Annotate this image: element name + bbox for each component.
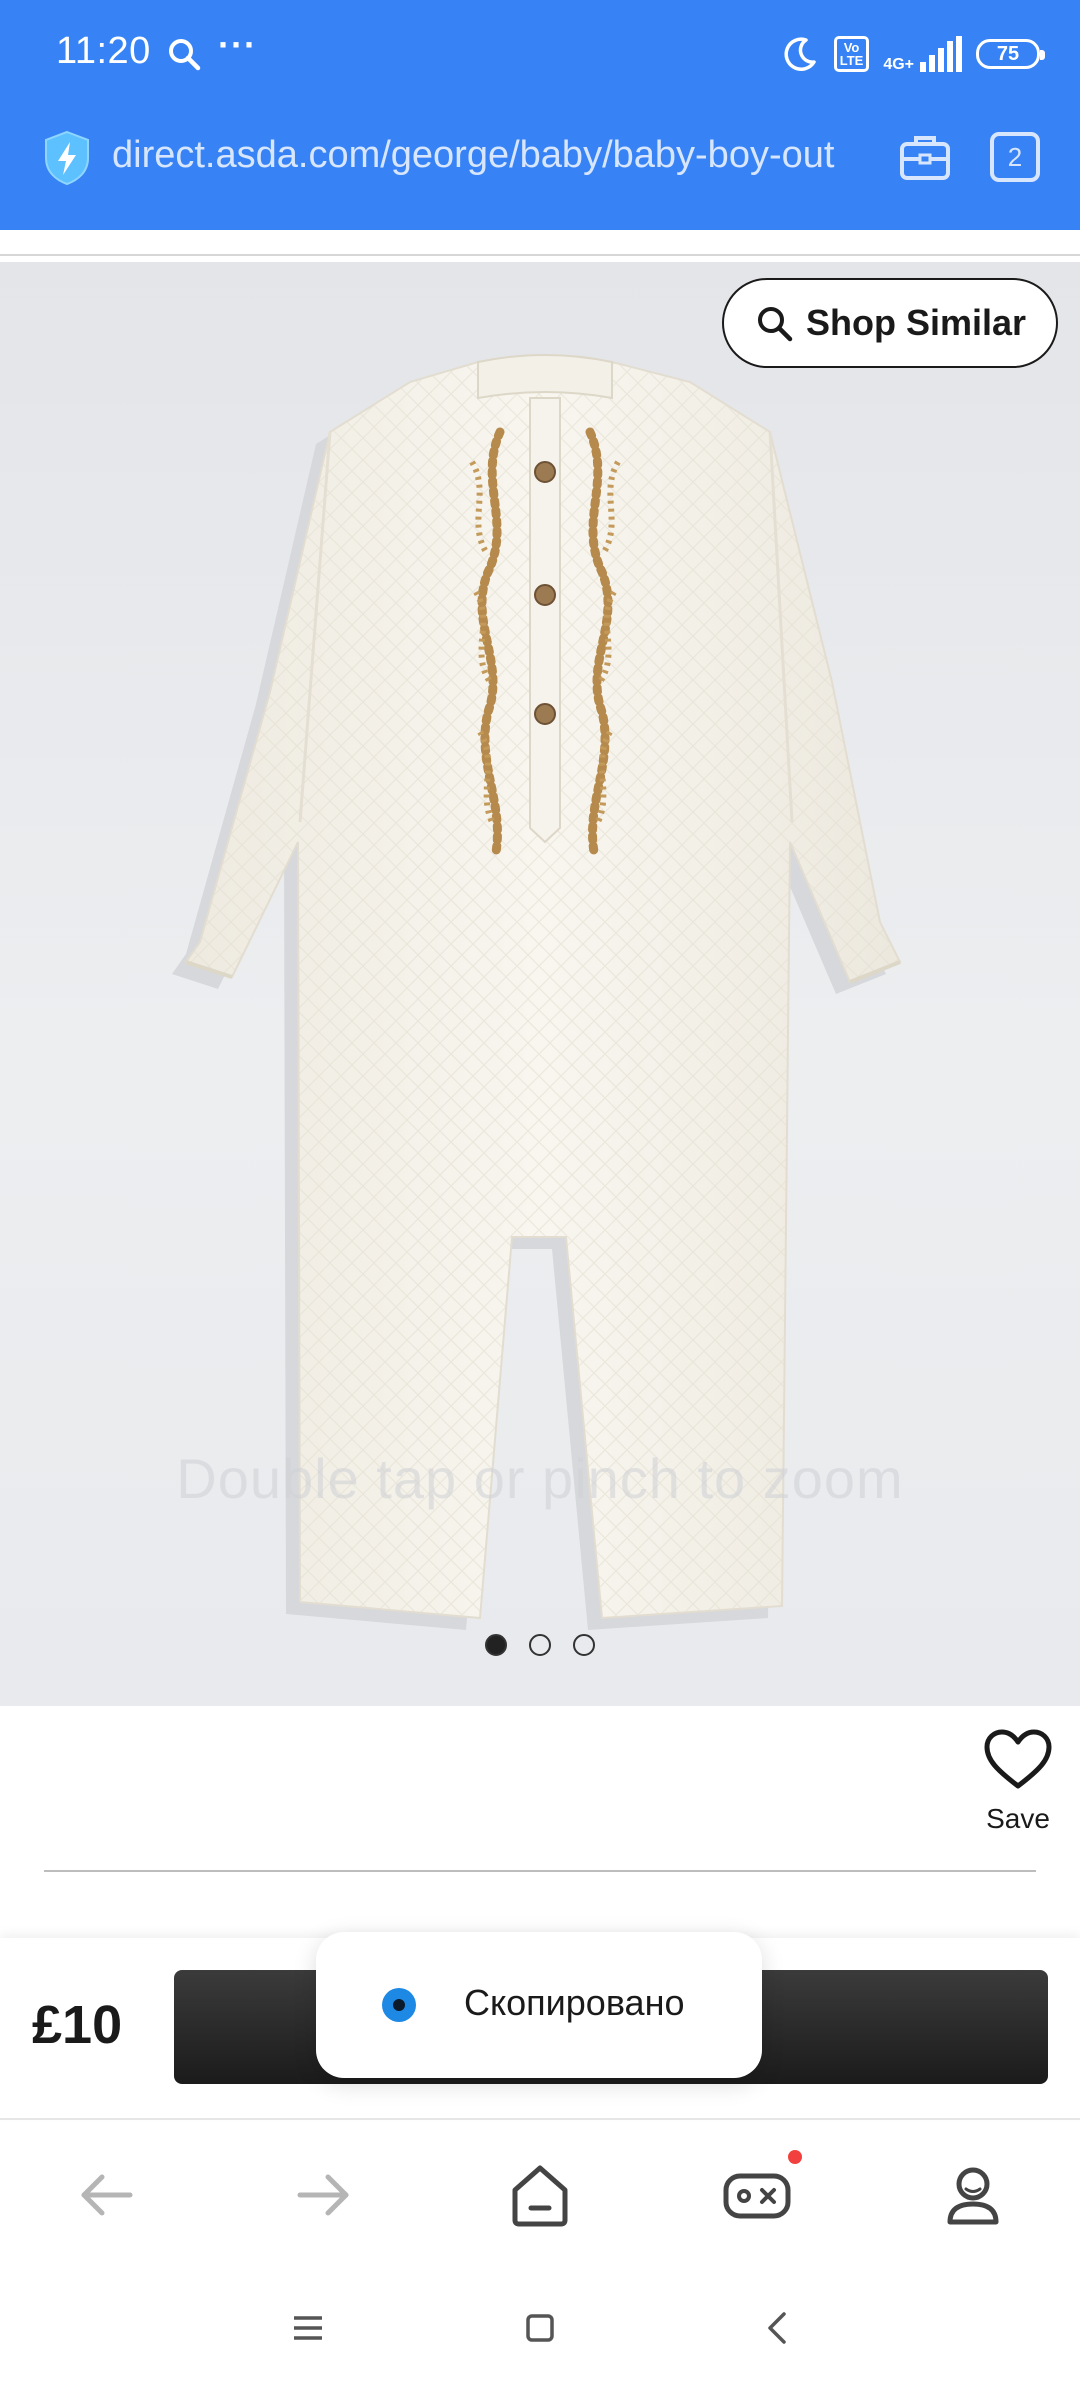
divider [0, 2118, 1080, 2120]
shop-similar-label: Shop Similar [805, 302, 1027, 343]
profile-button[interactable] [938, 2160, 1008, 2230]
home-icon [512, 2165, 568, 2227]
address-bar[interactable]: direct.asda.com/george/baby/baby-boy-out… [0, 120, 1080, 220]
carousel-dots [0, 1634, 1080, 1656]
notification-dot [788, 2150, 802, 2164]
carousel-dot[interactable] [529, 1634, 551, 1656]
heart-icon [984, 1729, 1052, 1789]
search-icon [757, 307, 793, 342]
copied-toast: Скопировано [316, 1932, 762, 2078]
shop-similar-button[interactable]: Shop Similar [722, 278, 1058, 368]
menu-icon [294, 2316, 322, 2340]
status-indicators: Vo LTE 4G+ 75 [780, 30, 1045, 78]
tab-count: 2 [1007, 141, 1023, 172]
signal-icon [920, 36, 962, 72]
system-back-button[interactable] [756, 2306, 800, 2350]
browser-bottom-nav [0, 2122, 1080, 2262]
gamepad-icon [723, 2173, 791, 2219]
save-button[interactable]: Save [958, 1728, 1078, 1835]
browser-header: 11:20 ··· Vo LTE 4G+ 75 direct.asda.com/… [0, 0, 1080, 230]
search-icon [169, 39, 201, 71]
url-text[interactable]: direct.asda.com/george/baby/baby-boy-out [112, 134, 872, 177]
carousel-dot[interactable] [485, 1634, 507, 1656]
system-nav-bar [0, 2282, 1080, 2400]
forward-arrow-icon [297, 2174, 349, 2216]
games-button[interactable] [722, 2150, 802, 2230]
carousel-dot[interactable] [573, 1634, 595, 1656]
back-chevron-icon [768, 2312, 786, 2344]
more-icon: ··· [218, 24, 257, 65]
save-label: Save [986, 1803, 1050, 1834]
moon-icon [784, 37, 816, 71]
zoom-hint: Double tap or pinch to zoom [176, 1447, 904, 1510]
battery-level: 75 [996, 42, 1020, 65]
back-button[interactable] [72, 2160, 142, 2230]
divider [0, 254, 1080, 256]
app-icon [382, 1988, 416, 2022]
product-image-carousel[interactable]: Double tap or pinch to zoom Shop Similar [0, 262, 1080, 1706]
volte-icon: Vo LTE [833, 36, 870, 72]
profile-icon [947, 2167, 999, 2225]
battery-icon: 75 [976, 39, 1045, 69]
network-type: 4G+ [883, 56, 914, 73]
recents-button[interactable] [286, 2306, 330, 2350]
toolbox-icon[interactable] [898, 130, 952, 184]
system-home-button[interactable] [518, 2306, 562, 2350]
status-bar: 11:20 ··· Vo LTE 4G+ 75 [0, 0, 1080, 110]
tabs-icon[interactable]: 2 [990, 132, 1040, 182]
shield-lightning-icon[interactable] [42, 130, 92, 186]
status-time: 11:20 [56, 30, 151, 72]
signal-group: 4G+ [883, 36, 962, 73]
home-square-icon [526, 2314, 554, 2342]
divider [44, 1870, 1036, 1872]
back-arrow-icon [81, 2174, 133, 2216]
home-button[interactable] [505, 2160, 575, 2230]
toast-text: Скопировано [464, 1982, 685, 2023]
forward-button[interactable] [288, 2160, 358, 2230]
price: £10 [32, 1995, 123, 2055]
